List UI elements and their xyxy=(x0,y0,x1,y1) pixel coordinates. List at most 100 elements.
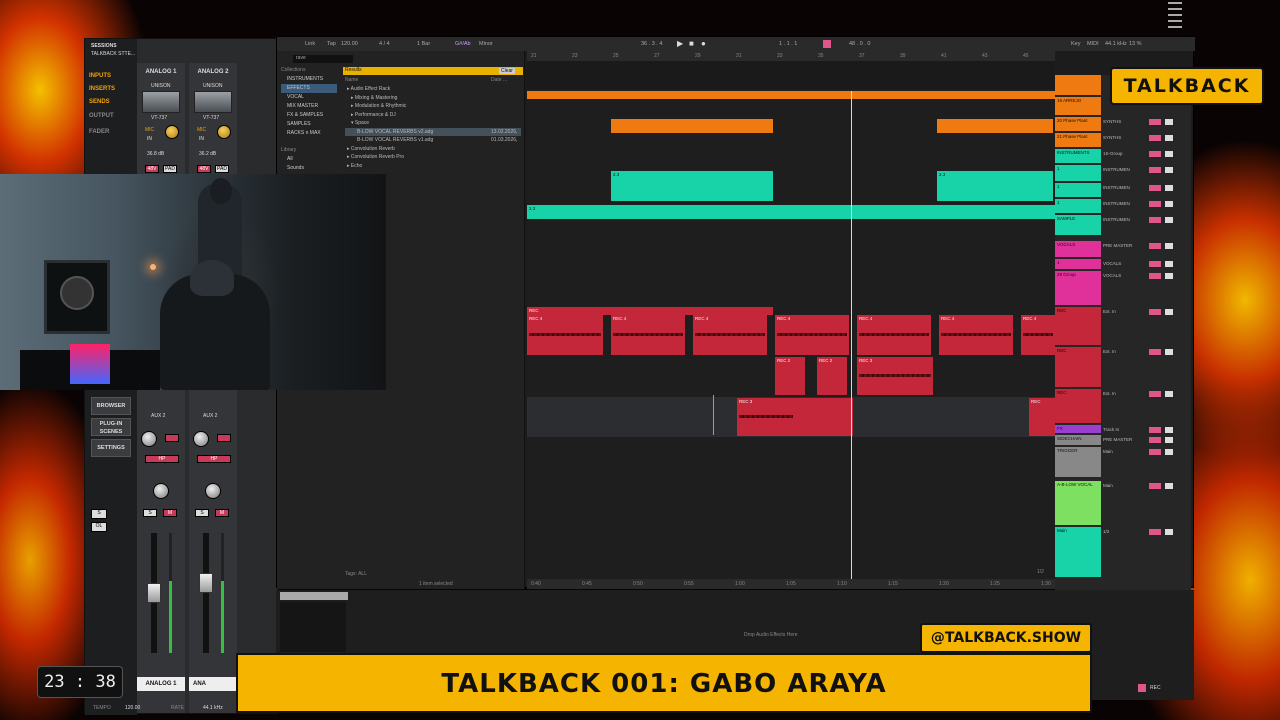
device-title-bar[interactable] xyxy=(280,592,348,600)
song-position[interactable]: 36 . 3 . 4 xyxy=(641,41,662,47)
track-volume[interactable] xyxy=(1149,391,1161,397)
rec-clip[interactable]: REC 2 xyxy=(817,357,847,395)
track-solo-button[interactable] xyxy=(1165,529,1173,535)
track-routing[interactable]: Ext. In xyxy=(1103,349,1116,354)
tempo-field[interactable]: 120.00 xyxy=(341,41,358,47)
track-header[interactable]: VOCALS xyxy=(1055,241,1101,257)
track-header[interactable]: 1 xyxy=(1055,259,1101,269)
track-routing[interactable]: INSTRUMEN xyxy=(1103,167,1130,172)
stop-icon[interactable]: ■ xyxy=(689,39,694,48)
audio-clip[interactable] xyxy=(527,91,1055,99)
track-header[interactable]: 1 xyxy=(1055,199,1101,213)
result-row[interactable]: ▸ Convolution Reverb xyxy=(347,145,395,154)
midi-clip[interactable]: 2.3 xyxy=(611,171,773,187)
track-routing[interactable]: INSTRUMEN xyxy=(1103,201,1130,206)
track-solo-button[interactable] xyxy=(1165,437,1173,443)
result-row[interactable]: B-LOW VOCAL REVERBS v1.adg 01.03.2026, xyxy=(345,136,521,145)
track-routing[interactable]: Ext. In xyxy=(1103,309,1116,314)
track-routing[interactable]: Ext. In xyxy=(1103,391,1116,396)
track-solo-button[interactable] xyxy=(1165,261,1173,267)
rec-clip[interactable]: REC 4 xyxy=(611,315,685,355)
track-solo-button[interactable] xyxy=(1165,217,1173,223)
rec-clip[interactable]: REC 4 xyxy=(857,315,931,355)
uad-nav-inserts[interactable]: INSERTS xyxy=(89,84,133,94)
rec-clip[interactable]: REC xyxy=(527,307,773,315)
category-fx-samples[interactable]: FX & SAMPLES xyxy=(287,111,323,120)
uad-browser-button[interactable]: BROWSER xyxy=(91,397,131,415)
track-solo-button[interactable] xyxy=(1165,309,1173,315)
track-solo-button[interactable] xyxy=(1165,201,1173,207)
track-solo-button[interactable] xyxy=(1165,483,1173,489)
link-button[interactable]: Link xyxy=(305,41,315,47)
result-row[interactable]: ▾ Space xyxy=(351,119,369,128)
unison-plugin-slot[interactable] xyxy=(194,91,232,113)
track-header[interactable]: A-B-LOW VOCAL xyxy=(1055,481,1101,525)
category-effects[interactable]: EFFECTS xyxy=(281,84,337,93)
uad-solo-button[interactable]: S xyxy=(91,509,107,519)
track-routing[interactable]: Track In xyxy=(1103,427,1119,432)
name-column-header[interactable]: Name xyxy=(345,77,358,83)
aux-mute-button[interactable] xyxy=(217,434,231,442)
track-volume[interactable] xyxy=(1149,449,1161,455)
rec-toggle-icon[interactable] xyxy=(1138,684,1146,692)
track-volume[interactable] xyxy=(1149,119,1161,125)
track-volume[interactable] xyxy=(1149,309,1161,315)
track-header[interactable]: 20 Phase Plant xyxy=(1055,117,1101,131)
rec-clip[interactable]: REC 4 xyxy=(693,315,767,355)
uad-nav-sends[interactable]: SENDS xyxy=(89,97,133,107)
uad-nav-inputs[interactable]: INPUTS xyxy=(89,71,133,81)
playhead[interactable] xyxy=(851,91,852,581)
time-signature[interactable]: 4 / 4 xyxy=(379,41,390,47)
track-volume[interactable] xyxy=(1149,167,1161,173)
quantization[interactable]: 1 Bar xyxy=(417,41,430,47)
track-volume[interactable] xyxy=(1149,185,1161,191)
midi-clip[interactable] xyxy=(611,119,773,133)
track-routing[interactable]: VOCALS xyxy=(1103,261,1121,266)
track-solo-button[interactable] xyxy=(1165,273,1173,279)
uad-plugin-scenes-button[interactable]: PLUG-IN SCENES xyxy=(91,418,131,436)
loop-toggle-icon[interactable] xyxy=(823,40,831,48)
track-routing[interactable]: INSTRUMEN xyxy=(1103,217,1130,222)
track-header[interactable]: REC xyxy=(1055,347,1101,387)
track-header[interactable]: REC xyxy=(1055,307,1101,345)
loop-length[interactable]: 48 . 0 . 0 xyxy=(849,41,870,47)
midi-clip[interactable] xyxy=(937,187,1053,201)
solo-button[interactable]: S xyxy=(143,509,157,517)
category-instruments[interactable]: INSTRUMENTS xyxy=(287,75,323,84)
library-all[interactable]: All xyxy=(287,155,293,164)
midi-map-button[interactable]: MIDI xyxy=(1087,41,1099,47)
track-routing[interactable]: Main xyxy=(1103,483,1113,488)
48v-button[interactable]: 48V xyxy=(197,165,211,173)
aux-knob[interactable] xyxy=(193,431,209,447)
track-solo-button[interactable] xyxy=(1165,391,1173,397)
loop-start[interactable]: 1 . 1 . 1 xyxy=(779,41,797,47)
hp-button[interactable]: HP xyxy=(197,455,231,463)
track-solo-button[interactable] xyxy=(1165,167,1173,173)
pan-knob[interactable] xyxy=(205,483,221,499)
track-header[interactable]: 19 ARREJO xyxy=(1055,97,1101,115)
uad-session-name[interactable]: TALKBACK STTE... xyxy=(91,51,135,57)
track-volume[interactable] xyxy=(1149,151,1161,157)
track-header[interactable]: 1 xyxy=(1055,165,1101,181)
rec-clip[interactable]: REC 3 xyxy=(857,357,933,395)
scale-field[interactable]: Minor xyxy=(479,41,493,47)
track-routing[interactable]: Main xyxy=(1103,449,1113,454)
track-routing[interactable]: SYNTHS xyxy=(1103,135,1121,140)
fader-handle[interactable] xyxy=(147,583,161,603)
track-volume[interactable] xyxy=(1149,243,1161,249)
rec-clip[interactable]: REC 4 xyxy=(939,315,1013,355)
track-solo-button[interactable] xyxy=(1165,185,1173,191)
rec-clip[interactable]: REC 4 xyxy=(775,315,849,355)
track-header[interactable]: FX xyxy=(1055,425,1101,433)
pad-button[interactable]: PAD xyxy=(163,165,177,173)
track-header[interactable]: 21 Phase Plant xyxy=(1055,133,1101,147)
uad-settings-button[interactable]: SETTINGS xyxy=(91,439,131,457)
track-volume[interactable] xyxy=(1149,217,1161,223)
track-volume[interactable] xyxy=(1149,427,1161,433)
uad-nav-output[interactable]: OUTPUT xyxy=(89,111,133,121)
track-header[interactable] xyxy=(1055,75,1101,95)
track-volume[interactable] xyxy=(1149,483,1161,489)
category-racks[interactable]: RACKS n MAX xyxy=(287,129,321,138)
track-header[interactable]: TRIGGER xyxy=(1055,447,1101,477)
browser-search-input[interactable]: rave xyxy=(293,55,353,63)
